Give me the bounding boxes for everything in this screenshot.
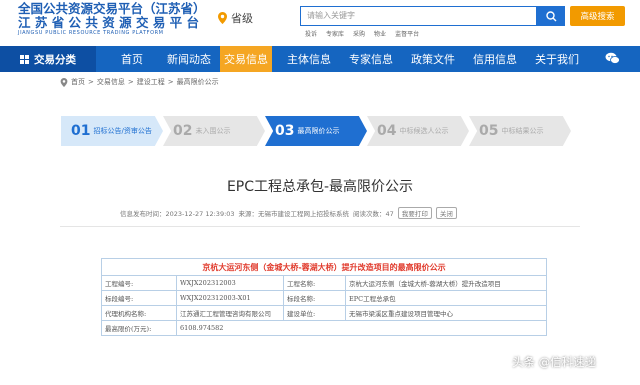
region-selector[interactable]: 省级 — [218, 10, 253, 26]
table-cell: 工程编号: — [101, 275, 177, 291]
nav-item-expert-info[interactable]: 专家信息 — [340, 46, 402, 72]
table-cell: 京杭大运河东侧（金城大桥-蓉湖大桥）提升改造项目 — [345, 275, 547, 291]
nav-item-about[interactable]: 关于我们 — [526, 46, 588, 72]
step-number: 04 — [377, 123, 397, 139]
watermark: 头条 @信科速递 — [512, 354, 596, 370]
logo-line-2: 江 苏 省 公 共 资 源 交 易 平 台 — [18, 15, 200, 30]
table-cell: WXJX202312003 — [176, 275, 284, 291]
breadcrumb-item[interactable]: 交易信息 — [97, 77, 125, 87]
search-button[interactable] — [537, 6, 565, 26]
step-label: 中标候选人公示 — [399, 127, 449, 135]
step-2[interactable]: 02 未入围公示 — [163, 116, 265, 146]
table-cell: 代理机构名称: — [101, 305, 177, 321]
publish-time: 信息发布时间：2023-12-27 12:39:03 — [120, 210, 235, 218]
divider — [60, 226, 580, 227]
quick-link[interactable]: 采购 — [353, 29, 365, 38]
search-input[interactable]: 请输入关键字 — [300, 6, 537, 26]
breadcrumb-separator: > — [127, 78, 134, 86]
nav-item-policy[interactable]: 政策文件 — [402, 46, 464, 72]
step-number: 05 — [479, 123, 499, 139]
nav-item-news[interactable]: 新闻动态 — [158, 46, 220, 72]
table-cell: EPC工程总承包 — [345, 290, 547, 306]
table-cell: 标段编号: — [101, 290, 177, 306]
info-source: 来源：无锡市建设工程网上招投标系统 — [238, 210, 350, 218]
nav-item-home[interactable]: 首页 — [106, 46, 158, 72]
nav-item-subject-info[interactable]: 主体信息 — [278, 46, 340, 72]
step-number: 03 — [275, 123, 295, 139]
site-header: 全国公共资源交易平台（江苏省） 江 苏 省 公 共 资 源 交 易 平 台 JI… — [0, 0, 640, 46]
table-row: 工程编号: WXJX202312003 工程名称: 京杭大运河东侧（金城大桥-蓉… — [101, 275, 547, 291]
process-steps: 01 招标公告/资审公告 02 未入围公示 03 最高限价公示 04 中标候选人… — [61, 116, 571, 146]
main-nav: 交易分类 首页 新闻动态 交易信息 主体信息 专家信息 政策文件 信用信息 关于… — [0, 46, 640, 72]
breadcrumb-separator: > — [88, 78, 94, 86]
table-cell: WXJX202312003-X01 — [176, 290, 284, 306]
quick-link[interactable]: 投诉 — [305, 29, 317, 38]
table-heading: 京杭大运河东侧（金城大桥-蓉湖大桥）提升改造项目的最高限价公示 — [101, 258, 547, 276]
table-cell: 无锡市梁溪区重点建设项目管理中心 — [345, 305, 547, 321]
search-icon — [545, 10, 556, 21]
step-5[interactable]: 05 中标结果公示 — [469, 116, 571, 146]
table-cell: 最高限价(万元): — [101, 320, 177, 336]
table-cell: 建设单位: — [283, 305, 346, 321]
table-row: 最高限价(万元): 6108.974582 — [101, 320, 547, 336]
article-meta: 信息发布时间：2023-12-27 12:39:03 来源：无锡市建设工程网上招… — [120, 207, 457, 219]
step-number: 02 — [173, 123, 193, 139]
table-row: 代理机构名称: 江苏通汇工程管理咨询有限公司 建设单位: 无锡市梁溪区重点建设项… — [101, 305, 547, 321]
nav-item-trading-info[interactable]: 交易信息 — [220, 46, 272, 72]
table-cell: 工程名称: — [283, 275, 346, 291]
breadcrumb-item-current: 最高限价公示 — [176, 78, 219, 86]
location-pin-icon — [218, 12, 227, 24]
logo-line-1: 全国公共资源交易平台（江苏省） — [18, 1, 206, 16]
step-1[interactable]: 01 招标公告/资审公告 — [61, 116, 163, 146]
table-cell: 标段名称: — [283, 290, 346, 306]
grid-icon — [20, 54, 29, 64]
price-table: 京杭大运河东侧（金城大桥-蓉湖大桥）提升改造项目的最高限价公示 工程编号: WX… — [101, 258, 547, 336]
page-title: EPC工程总承包-最高限价公示 — [226, 179, 414, 195]
quick-link[interactable]: 专家库 — [326, 29, 344, 38]
step-label: 招标公告/资审公告 — [93, 127, 152, 135]
breadcrumb-separator: > — [167, 78, 174, 86]
breadcrumb-item[interactable]: 首页 — [71, 77, 85, 87]
print-button[interactable]: 我要打印 — [397, 207, 432, 219]
advanced-search-button[interactable]: 高级搜索 — [570, 6, 625, 26]
location-icon — [60, 77, 68, 87]
close-button[interactable]: 关闭 — [435, 207, 457, 219]
nav-item-credit[interactable]: 信用信息 — [464, 46, 526, 72]
step-number: 01 — [71, 123, 91, 139]
watermark-text: 头条 @信科速递 — [512, 355, 597, 369]
quick-links: 投诉 专家库 采购 物业 监督平台 — [305, 29, 419, 38]
chat-icon[interactable] — [605, 52, 620, 65]
category-label: 交易分类 — [34, 53, 76, 66]
table-cell: 江苏通汇工程管理咨询有限公司 — [176, 305, 284, 321]
breadcrumb: 首页 > 交易信息 > 建设工程 > 最高限价公示 — [60, 77, 219, 87]
logo-line-3: JIANGSU PUBLIC RESOURCE TRADING PLATFORM — [18, 30, 164, 36]
view-count: 阅读次数：47 — [353, 210, 394, 218]
step-3[interactable]: 03 最高限价公示 — [265, 116, 367, 146]
step-label: 未入围公示 — [195, 127, 231, 135]
table-row: 标段编号: WXJX202312003-X01 标段名称: EPC工程总承包 — [101, 290, 547, 306]
step-label: 最高限价公示 — [297, 127, 340, 135]
quick-link[interactable]: 监督平台 — [395, 29, 419, 38]
region-label: 省级 — [231, 12, 253, 25]
step-label: 中标结果公示 — [501, 127, 544, 135]
table-cell: 6108.974582 — [176, 320, 547, 336]
site-logo[interactable]: 全国公共资源交易平台（江苏省） 江 苏 省 公 共 资 源 交 易 平 台 JI… — [18, 2, 218, 42]
step-4[interactable]: 04 中标候选人公示 — [367, 116, 469, 146]
category-menu-button[interactable]: 交易分类 — [0, 46, 96, 72]
breadcrumb-item[interactable]: 建设工程 — [137, 77, 165, 87]
quick-link[interactable]: 物业 — [374, 29, 386, 38]
